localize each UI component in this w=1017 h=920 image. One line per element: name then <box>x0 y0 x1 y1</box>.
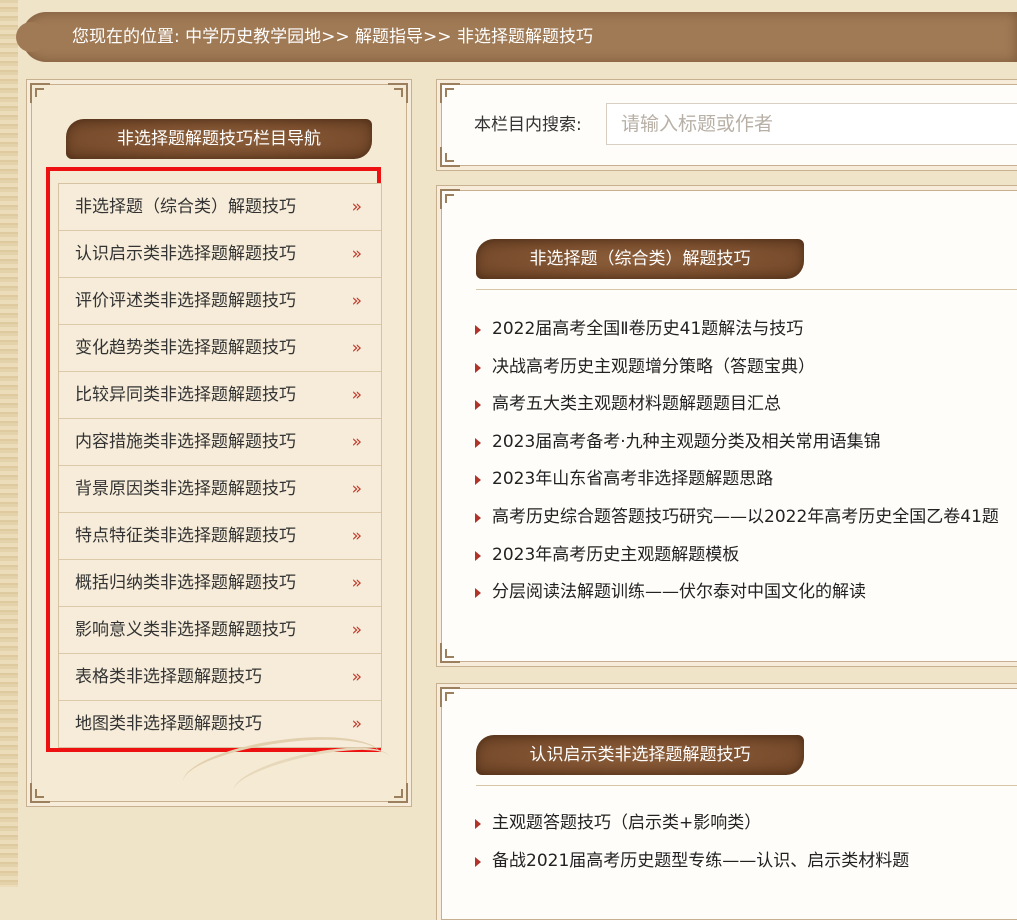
sidebar-item-label: 认识启示类非选择题解题技巧 <box>75 244 296 264</box>
article-list: 2022届高考全国Ⅱ卷历史41题解法与技巧 决战高考历史主观题增分策略（答题宝典… <box>472 311 1017 612</box>
sidebar-item-label: 内容措施类非选择题解题技巧 <box>75 432 296 452</box>
section-title[interactable]: 非选择题（综合类）解题技巧 <box>476 239 804 279</box>
double-chevron-right-icon: » <box>351 479 363 499</box>
sidebar-item-label: 非选择题（综合类）解题技巧 <box>75 197 296 217</box>
double-chevron-right-icon: » <box>351 197 363 217</box>
search-input[interactable] <box>606 103 1017 145</box>
sidebar-item-label: 表格类非选择题解题技巧 <box>75 667 262 687</box>
sidebar-item[interactable]: 认识启示类非选择题解题技巧 » <box>59 231 381 278</box>
page-edge-texture <box>0 0 18 887</box>
sidebar-item-label: 比较异同类非选择题解题技巧 <box>75 385 296 405</box>
corner-ornament <box>440 147 460 167</box>
sidebar-item[interactable]: 变化趋势类非选择题解题技巧 » <box>59 325 381 372</box>
corner-ornament <box>440 189 460 209</box>
corner-ornament <box>388 83 408 103</box>
double-chevron-right-icon: » <box>351 526 363 546</box>
article-link[interactable]: 备战2021届高考历史题型专练——认识、启示类材料题 <box>472 843 1017 881</box>
article-link[interactable]: 2022届高考全国Ⅱ卷历史41题解法与技巧 <box>472 311 1017 349</box>
double-chevron-right-icon: » <box>351 573 363 593</box>
sidebar-item[interactable]: 影响意义类非选择题解题技巧 » <box>59 607 381 654</box>
breadcrumb-separator: >> <box>423 27 452 47</box>
article-link[interactable]: 决战高考历史主观题增分策略（答题宝典） <box>472 349 1017 387</box>
article-list: 主观题答题技巧（启示类+影响类） 备战2021届高考历史题型专练——认识、启示类… <box>472 805 1017 880</box>
double-chevron-right-icon: » <box>351 291 363 311</box>
sidebar-item[interactable]: 背景原因类非选择题解题技巧 » <box>59 466 381 513</box>
corner-ornament <box>30 783 50 803</box>
corner-ornament <box>30 83 50 103</box>
sidebar-item-label: 概括归纳类非选择题解题技巧 <box>75 573 296 593</box>
sidebar-item-label: 特点特征类非选择题解题技巧 <box>75 526 296 546</box>
sidebar-panel: 非选择题解题技巧栏目导航 非选择题（综合类）解题技巧 » 认识启示类非选择题解题技… <box>30 83 408 813</box>
section-title[interactable]: 认识启示类非选择题解题技巧 <box>476 735 804 775</box>
corner-ornament <box>388 783 408 803</box>
section-divider <box>476 289 1017 290</box>
double-chevron-right-icon: » <box>351 385 363 405</box>
sidebar-item[interactable]: 比较异同类非选择题解题技巧 » <box>59 372 381 419</box>
sidebar-item[interactable]: 表格类非选择题解题技巧 » <box>59 654 381 701</box>
double-chevron-right-icon: » <box>351 667 363 687</box>
search-panel: 本栏目内搜索: <box>440 83 1017 167</box>
corner-ornament <box>440 83 460 103</box>
search-label: 本栏目内搜索: <box>474 115 582 135</box>
sidebar-item-label: 地图类非选择题解题技巧 <box>75 714 262 734</box>
sidebar-item[interactable]: 评价评述类非选择题解题技巧 » <box>59 278 381 325</box>
article-link[interactable]: 2023年山东省高考非选择题解题思路 <box>472 461 1017 499</box>
article-link[interactable]: 高考五大类主观题材料题解题题目汇总 <box>472 386 1017 424</box>
sidebar-item-label: 变化趋势类非选择题解题技巧 <box>75 338 296 358</box>
breadcrumb-prefix: 您现在的位置: <box>72 27 180 47</box>
article-link[interactable]: 主观题答题技巧（启示类+影响类） <box>472 805 1017 843</box>
breadcrumb-item-home[interactable]: 中学历史教学园地 <box>185 27 321 47</box>
double-chevron-right-icon: » <box>351 620 363 640</box>
article-link[interactable]: 高考历史综合题答题技巧研究——以2022年高考历史全国乙卷41题 <box>472 499 1017 537</box>
article-link[interactable]: 2023年高考历史主观题解题模板 <box>472 537 1017 575</box>
sidebar-item-label: 评价评述类非选择题解题技巧 <box>75 291 296 311</box>
corner-ornament <box>440 643 460 663</box>
sidebar-item[interactable]: 特点特征类非选择题解题技巧 » <box>59 513 381 560</box>
sidebar-item-label: 背景原因类非选择题解题技巧 <box>75 479 296 499</box>
section-panel: 认识启示类非选择题解题技巧 主观题答题技巧（启示类+影响类） 备战2021届高考… <box>440 687 1017 920</box>
breadcrumb-item-current[interactable]: 非选择题解题技巧 <box>457 27 593 47</box>
corner-ornament <box>440 687 460 707</box>
section-divider <box>476 785 1017 786</box>
sidebar-item-label: 影响意义类非选择题解题技巧 <box>75 620 296 640</box>
article-link[interactable]: 分层阅读法解题训练——伏尔泰对中国文化的解读 <box>472 574 1017 612</box>
breadcrumb-text: 您现在的位置: 中学历史教学园地>> 解题指导>> 非选择题解题技巧 <box>72 12 593 62</box>
sidebar-title: 非选择题解题技巧栏目导航 <box>66 119 372 159</box>
double-chevron-right-icon: » <box>351 432 363 452</box>
section-panel: 非选择题（综合类）解题技巧 2022届高考全国Ⅱ卷历史41题解法与技巧 决战高考… <box>440 189 1017 663</box>
breadcrumb: 您现在的位置: 中学历史教学园地>> 解题指导>> 非选择题解题技巧 <box>16 12 1017 62</box>
breadcrumb-item-guide[interactable]: 解题指导 <box>355 27 423 47</box>
sidebar-item[interactable]: 非选择题（综合类）解题技巧 » <box>59 184 381 231</box>
sidebar-item[interactable]: 概括归纳类非选择题解题技巧 » <box>59 560 381 607</box>
breadcrumb-separator: >> <box>321 27 350 47</box>
sidebar-nav: 非选择题（综合类）解题技巧 » 认识启示类非选择题解题技巧 » 评价评述类非选择题解… <box>58 183 382 748</box>
article-link[interactable]: 2023届高考备考·九种主观题分类及相关常用语集锦 <box>472 424 1017 462</box>
sidebar-item[interactable]: 内容措施类非选择题解题技巧 » <box>59 419 381 466</box>
double-chevron-right-icon: » <box>351 244 363 264</box>
double-chevron-right-icon: » <box>351 338 363 358</box>
